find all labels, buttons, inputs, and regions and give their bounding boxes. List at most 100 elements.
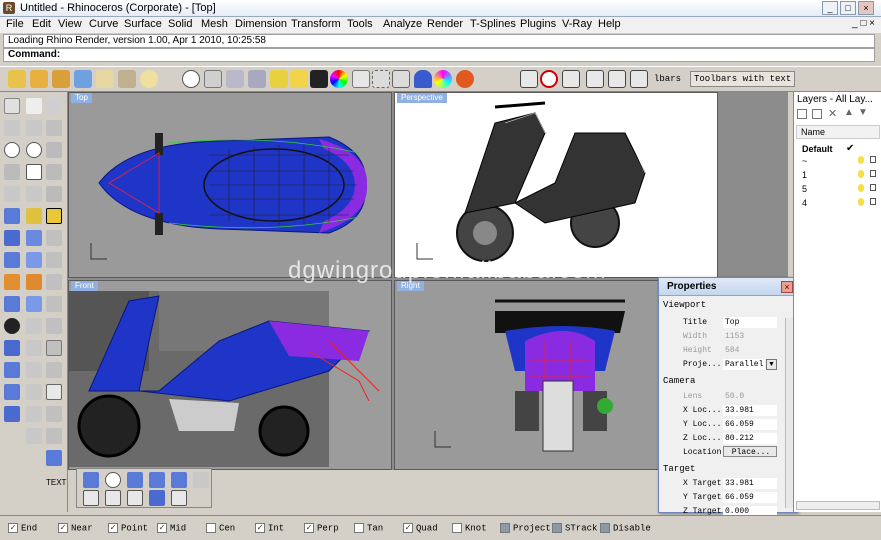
osnap-perp-checkbox[interactable]: ✓ (304, 523, 314, 533)
diamond-icon[interactable] (118, 70, 136, 88)
dim-icon[interactable] (46, 98, 62, 114)
close-button[interactable]: × (858, 1, 874, 15)
light-icon[interactable] (140, 70, 158, 88)
bend-icon[interactable] (46, 362, 62, 378)
rotate-icon[interactable] (46, 164, 62, 180)
properties-close-button[interactable]: × (781, 281, 793, 293)
osnap-near[interactable]: ✓ Near (58, 523, 93, 533)
menu-mesh[interactable]: Mesh (201, 18, 228, 30)
rectangle-icon[interactable] (26, 164, 42, 180)
edit-points-icon[interactable] (26, 208, 42, 224)
menu-view[interactable]: View (58, 18, 82, 30)
menu-tsplines[interactable]: T-Splines (470, 18, 516, 30)
curvature-icon[interactable] (26, 428, 42, 444)
prop-y-target-field[interactable]: 66.059 (723, 492, 777, 503)
fillet-icon[interactable] (26, 186, 42, 202)
hatch-icon[interactable] (46, 384, 62, 400)
menu-help[interactable]: Help (598, 18, 621, 30)
new-sublayer-icon[interactable] (812, 109, 822, 119)
text-tool-button[interactable]: TEXT (46, 478, 66, 487)
array-icon[interactable] (46, 230, 62, 246)
ortho-icon[interactable] (52, 70, 70, 88)
flyout-tool-5-icon[interactable] (171, 472, 187, 488)
blob-icon[interactable] (4, 318, 20, 334)
osnap-disable-checkbox[interactable] (600, 523, 610, 533)
snap-icon[interactable] (30, 70, 48, 88)
twist-icon[interactable] (26, 362, 42, 378)
osnap-end[interactable]: ✓ End (8, 523, 37, 533)
flow-icon[interactable] (26, 340, 42, 356)
osnap-project-checkbox[interactable] (500, 523, 510, 533)
undo-icon[interactable] (46, 274, 62, 290)
flyout-tool-6-icon[interactable] (193, 472, 209, 488)
osnap-strack[interactable]: STrack (552, 523, 597, 533)
dots-icon[interactable] (352, 70, 370, 88)
osnap-knot[interactable]: Knot (452, 523, 487, 533)
layer-lock-icon[interactable] (870, 198, 876, 205)
osnap-int-checkbox[interactable]: ✓ (255, 523, 265, 533)
prop-projection-select[interactable]: Parallel (723, 359, 765, 370)
osnap-tan-checkbox[interactable] (354, 523, 364, 533)
vray-cam-icon[interactable] (630, 70, 648, 88)
gear-icon[interactable] (4, 274, 20, 290)
osnap-cen[interactable]: Cen (206, 523, 235, 533)
contour-icon[interactable] (26, 406, 42, 422)
prop-x-target-field[interactable]: 33.981 (723, 478, 777, 489)
viewport-top[interactable]: Top (68, 92, 392, 278)
t-spline-icon[interactable] (4, 340, 20, 356)
osnap-quad-checkbox[interactable]: ✓ (403, 523, 413, 533)
corner-icon[interactable] (310, 70, 328, 88)
select-icon[interactable] (372, 70, 390, 88)
flyout-tool-1-icon[interactable] (83, 472, 99, 488)
pen-icon[interactable] (270, 70, 288, 88)
osnap-end-checkbox[interactable]: ✓ (8, 523, 18, 533)
prop-y-location-field[interactable]: 66.059 (723, 419, 777, 430)
restore-button[interactable]: □ (840, 1, 856, 15)
surface-icon[interactable] (4, 208, 20, 224)
viewport-perspective[interactable]: Perspective (394, 92, 718, 278)
osnap-perp[interactable]: ✓ Perp (304, 523, 339, 533)
osnap-mid-checkbox[interactable]: ✓ (157, 523, 167, 533)
box-solid-icon[interactable] (4, 230, 20, 246)
menu-transform[interactable]: Transform (291, 18, 341, 30)
osnap-mid[interactable]: ✓ Mid (157, 523, 186, 533)
grid-icon[interactable] (204, 70, 222, 88)
new-layer-icon[interactable] (797, 109, 807, 119)
layer-5[interactable]: 5 (802, 184, 807, 194)
layer-4[interactable]: 4 (802, 198, 807, 208)
render-ball-icon[interactable] (434, 70, 452, 88)
curve-icon[interactable] (26, 120, 42, 136)
pipe-icon[interactable] (26, 296, 42, 312)
layer-lock-icon[interactable] (870, 156, 876, 163)
vray-light-icon[interactable] (608, 70, 626, 88)
layer-default[interactable]: Default (802, 144, 833, 154)
delete-layer-icon[interactable]: ✕ (828, 107, 837, 120)
toolbars-with-text-button[interactable]: Toolbars with text (690, 71, 796, 87)
osnap-disable[interactable]: Disable (600, 523, 651, 533)
menu-render[interactable]: Render (427, 18, 463, 30)
env-map-icon[interactable] (46, 450, 62, 466)
join-icon[interactable] (26, 230, 42, 246)
layer-light-bulb-icon[interactable] (858, 198, 864, 206)
osnap-strack-checkbox[interactable] (552, 523, 562, 533)
polygon-icon[interactable] (4, 186, 20, 202)
drill-icon[interactable] (4, 296, 20, 312)
osnap-near-checkbox[interactable]: ✓ (58, 523, 68, 533)
cube-icon[interactable] (4, 406, 20, 422)
flyout-tool-2-icon[interactable] (105, 472, 121, 488)
move-down-icon[interactable]: ▼ (858, 107, 868, 118)
toolbar-label-bars[interactable]: lbars (654, 74, 681, 84)
menu-analyze[interactable]: Analyze (383, 18, 422, 30)
properties-titlebar[interactable]: Properties × (659, 278, 797, 296)
viewport-front-label[interactable]: Front (71, 281, 98, 291)
vray-stop-icon[interactable] (540, 70, 558, 88)
move-up-icon[interactable]: ▲ (844, 107, 854, 118)
material-icon[interactable] (456, 70, 474, 88)
flyout-tool-8-icon[interactable] (105, 490, 121, 506)
menu-curve[interactable]: Curve (89, 18, 118, 30)
sphere-icon[interactable] (74, 70, 92, 88)
target-icon[interactable] (182, 70, 200, 88)
vray-frame-icon[interactable] (586, 70, 604, 88)
cage-icon[interactable] (4, 362, 20, 378)
flyout-tool-10-icon[interactable] (149, 490, 165, 506)
